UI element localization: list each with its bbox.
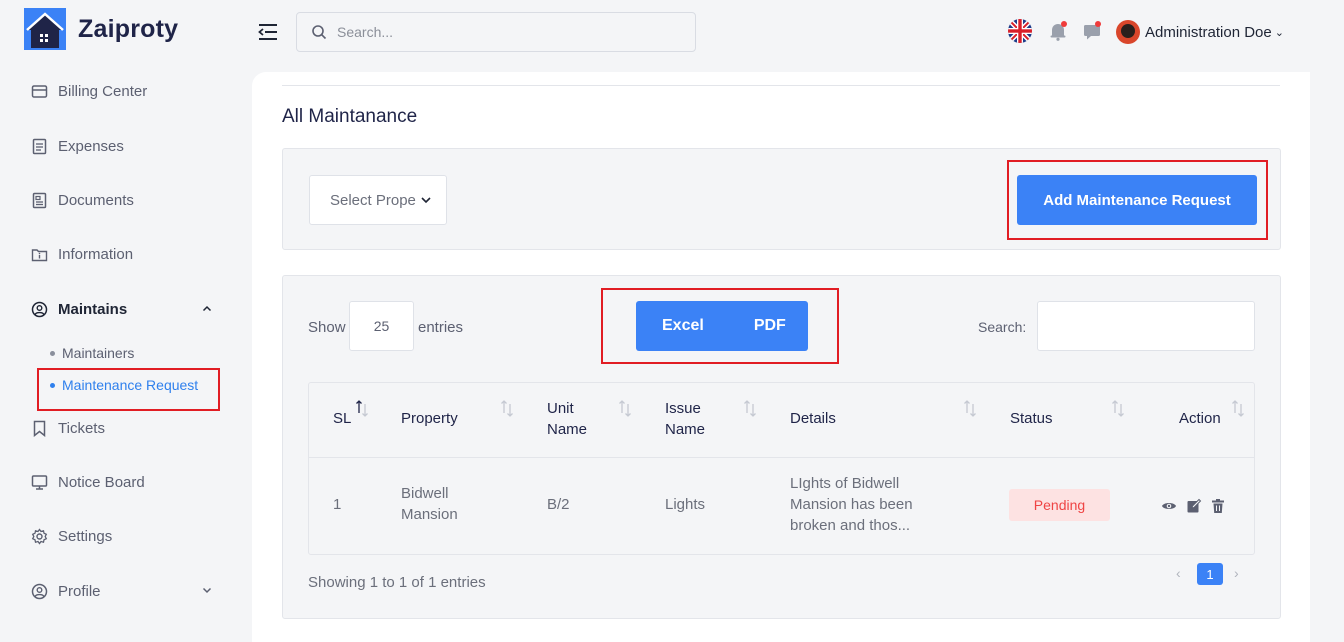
main-panel: All Maintanance Select Property Add Main… xyxy=(252,72,1310,642)
brand-name: Zaiproty xyxy=(78,14,179,43)
entries-per-page-input[interactable]: 25 xyxy=(349,301,414,351)
submenu-label: Maintainers xyxy=(62,345,135,361)
sidebar-item-documents[interactable]: Documents xyxy=(30,191,134,209)
sidebar-item-label: Billing Center xyxy=(58,82,148,100)
cell-details: LIghts of Bidwell Mansion has been broke… xyxy=(790,475,913,534)
search-input[interactable] xyxy=(337,24,657,40)
search-icon xyxy=(312,25,327,40)
notification-badge xyxy=(1061,21,1067,27)
status-badge: Pending xyxy=(1009,489,1110,521)
show-label: Show xyxy=(308,319,346,336)
billing-icon xyxy=(30,82,48,100)
column-header-issue-name[interactable]: Issue Name xyxy=(665,398,735,440)
property-select-value: Select Property xyxy=(330,191,416,209)
chevron-down-icon xyxy=(421,197,431,204)
highlight-box xyxy=(1007,160,1268,240)
cell-issue: Lights xyxy=(665,496,706,513)
sidebar-item-label: Information xyxy=(58,245,134,263)
column-header-property[interactable]: Property xyxy=(401,408,458,429)
highlight-box xyxy=(601,288,839,364)
property-select[interactable]: Select Property xyxy=(309,175,447,225)
cell-property: Bidwell Mansion xyxy=(401,485,458,523)
sort-icon[interactable] xyxy=(500,397,514,419)
chevron-down-icon[interactable] xyxy=(200,583,214,597)
user-circle-icon xyxy=(30,300,48,318)
pagination-info: Showing 1 to 1 of 1 entries xyxy=(308,574,486,591)
house-logo-icon xyxy=(24,8,66,50)
column-header-status[interactable]: Status xyxy=(1010,408,1053,429)
chevron-down-icon: ⌄ xyxy=(1274,26,1284,39)
sort-icon[interactable] xyxy=(963,397,977,419)
sidebar-item-label: Notice Board xyxy=(58,473,145,491)
sidebar-item-notice-board[interactable]: Notice Board xyxy=(30,473,145,491)
page-button-current[interactable]: 1 xyxy=(1197,563,1223,585)
table-search-label: Search: xyxy=(978,319,1027,335)
highlight-box xyxy=(37,368,220,411)
column-header-sl[interactable]: SL xyxy=(333,408,351,429)
sidebar-item-label: Expenses xyxy=(58,137,124,155)
cell-unit: B/2 xyxy=(547,496,570,513)
sidebar-item-settings[interactable]: Settings xyxy=(30,527,112,545)
brand[interactable]: Zaiproty xyxy=(24,8,178,50)
sidebar-item-label: Maintains xyxy=(58,300,128,318)
sidebar-item-information[interactable]: Information xyxy=(30,245,133,263)
divider xyxy=(282,85,1280,86)
sort-icon[interactable] xyxy=(618,397,632,419)
maintenance-table: SL Property Unit Name Issue Name Details… xyxy=(308,382,1255,555)
receipt-icon xyxy=(30,137,48,155)
sidebar: Zaiproty Billing Center Expenses Documen… xyxy=(0,0,240,642)
column-header-unit-name[interactable]: Unit Name xyxy=(547,398,617,440)
sidebar-item-label: Documents xyxy=(58,191,134,209)
user-circle-icon xyxy=(30,582,48,600)
user-name: Administration Doe xyxy=(1145,23,1272,41)
entries-label: entries xyxy=(418,319,464,336)
chevron-right-icon[interactable]: › xyxy=(1234,565,1239,581)
chevron-up-icon[interactable] xyxy=(200,302,214,316)
sort-asc-icon[interactable] xyxy=(355,397,369,419)
avatar xyxy=(1116,20,1140,44)
sidebar-item-billing-center[interactable]: Billing Center xyxy=(30,82,147,100)
document-icon xyxy=(30,191,48,209)
eye-icon[interactable] xyxy=(1161,498,1177,514)
sidebar-item-label: Profile xyxy=(58,582,101,600)
sort-icon[interactable] xyxy=(1231,397,1245,419)
info-icon xyxy=(30,245,48,263)
sidebar-item-tickets[interactable]: Tickets xyxy=(30,419,105,437)
sort-icon[interactable] xyxy=(1111,397,1125,419)
sidebar-item-maintains[interactable]: Maintains xyxy=(30,300,127,318)
page-title: All Maintanance xyxy=(282,106,418,127)
edit-icon[interactable] xyxy=(1186,498,1202,514)
global-search[interactable] xyxy=(296,12,696,52)
column-header-action[interactable]: Action xyxy=(1179,408,1221,429)
uk-flag-icon[interactable] xyxy=(1008,19,1032,43)
sidebar-item-label: Tickets xyxy=(58,419,105,437)
chevron-left-icon[interactable]: ‹ xyxy=(1176,565,1181,581)
divider xyxy=(309,457,1254,458)
submenu-item-maintainers[interactable]: Maintainers xyxy=(50,345,134,361)
menu-collapse-icon[interactable] xyxy=(256,22,278,42)
table-search-input[interactable] xyxy=(1037,301,1255,351)
cell-sl: 1 xyxy=(333,496,342,513)
monitor-icon xyxy=(30,473,48,491)
message-badge xyxy=(1095,21,1101,27)
column-header-details[interactable]: Details xyxy=(790,408,836,429)
user-menu[interactable]: Administration Doe ⌄ xyxy=(1116,20,1284,44)
sort-icon[interactable] xyxy=(743,397,757,419)
sidebar-item-profile[interactable]: Profile xyxy=(30,582,101,600)
sidebar-item-label: Settings xyxy=(58,527,113,545)
gear-icon xyxy=(30,527,48,545)
bullet-icon xyxy=(50,350,55,356)
bookmark-icon xyxy=(30,419,48,437)
sidebar-item-expenses[interactable]: Expenses xyxy=(30,137,124,155)
trash-icon[interactable] xyxy=(1210,498,1226,514)
